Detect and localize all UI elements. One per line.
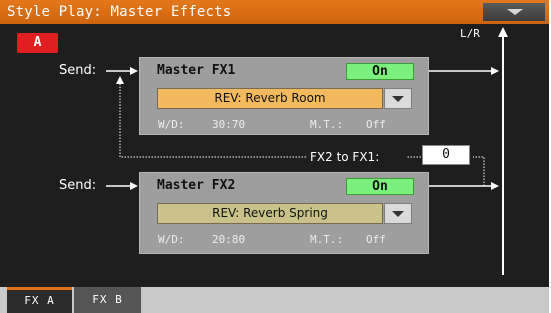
fx2-preset-dropdown-button[interactable]	[384, 203, 412, 224]
fx2-wd-value[interactable]: 20:80	[212, 233, 245, 247]
fx1-on-button[interactable]: On	[346, 63, 414, 80]
fx1-mt-label: M.T.:	[310, 118, 344, 131]
fx1-preset-dropdown-button[interactable]	[384, 88, 412, 109]
fx2-to-fx1-value-field[interactable]: 0	[422, 145, 470, 165]
fx1-mt-value[interactable]: Off	[366, 118, 386, 132]
bottom-tab-bar: FX A FX B	[0, 287, 551, 313]
chevron-down-icon	[392, 96, 404, 102]
fx2-to-fx1-label: FX2 to FX1:	[310, 150, 380, 164]
master-fx1-panel: Master FX1 On REV: Reverb Room W/D: 30:7…	[139, 57, 429, 135]
fx2-wd-label: W/D:	[158, 233, 185, 246]
fx2-title: Master FX2	[157, 178, 236, 193]
fx2-on-button[interactable]: On	[346, 178, 414, 195]
fx1-title: Master FX1	[157, 63, 236, 78]
tab-fx-b[interactable]: FX B	[74, 287, 141, 313]
master-fx2-panel: Master FX2 On REV: Reverb Spring W/D: 20…	[139, 172, 429, 254]
master-effects-screen: Style Play: Master Effects A L/R Send: M…	[0, 0, 551, 313]
fx1-wd-label: W/D:	[158, 118, 185, 131]
fx1-send-label: Send:	[59, 63, 97, 78]
chevron-down-icon	[392, 211, 404, 217]
fx1-preset-select[interactable]: REV: Reverb Room	[157, 88, 383, 109]
fx2-mt-label: M.T.:	[310, 233, 344, 246]
fx2-send-label: Send:	[59, 178, 97, 193]
fx2-mt-value[interactable]: Off	[366, 233, 386, 247]
tab-fx-a[interactable]: FX A	[7, 287, 72, 313]
fx2-preset-select[interactable]: REV: Reverb Spring	[157, 203, 383, 224]
fx1-wd-value[interactable]: 30:70	[212, 118, 245, 132]
